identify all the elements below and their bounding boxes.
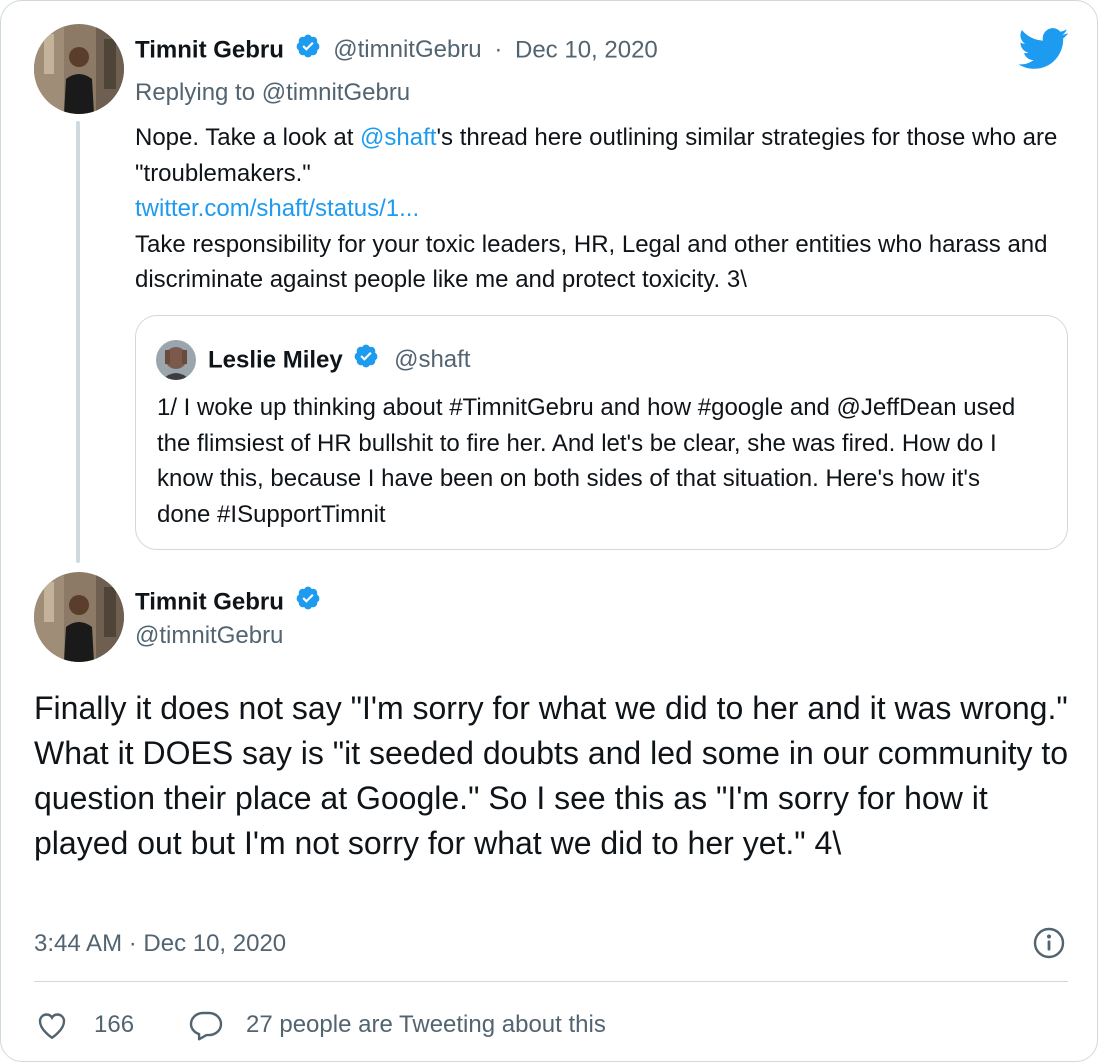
thread-connector-line — [76, 121, 80, 563]
author-handle[interactable]: @timnitGebru — [135, 619, 283, 653]
reply-tweet-text: Nope. Take a look at @shaft's thread her… — [135, 120, 1075, 298]
quoted-author-handle: @shaft — [394, 346, 471, 374]
replying-to-handle[interactable]: @timnitGebru — [262, 79, 410, 106]
reply-text-part3: Take responsibility for your toxic leade… — [135, 230, 1048, 294]
quoted-tweet-text: 1/ I woke up thinking about #TimnitGebru… — [157, 394, 1016, 528]
replying-to-prefix: Replying to — [135, 79, 256, 106]
info-icon[interactable] — [1032, 926, 1066, 960]
verified-badge-icon — [295, 33, 321, 69]
quoted-tweet-header: Leslie Miley @shaft — [208, 343, 470, 377]
quoted-author-name: Leslie Miley — [208, 346, 343, 374]
main-tweet-header: Timnit Gebru — [135, 585, 321, 619]
author-name[interactable]: Timnit Gebru — [135, 36, 284, 63]
verified-badge-icon — [353, 343, 379, 379]
author-handle[interactable]: @timnitGebru — [333, 36, 481, 63]
main-tweet-text: Finally it does not say "I'm sorry for w… — [34, 690, 1069, 861]
tweet-date[interactable]: Dec 10, 2020 — [515, 36, 658, 63]
reply-text-part1: Nope. Take a look at — [135, 124, 361, 151]
tweeting-about-text: 27 people are Tweeting about this — [246, 1011, 606, 1038]
separator: · — [494, 36, 503, 64]
reply-tweet-header: Timnit Gebru @timnitGebru · Dec 10, 2020 — [135, 33, 658, 67]
status-link[interactable]: twitter.com/shaft/status/1... — [135, 195, 419, 222]
tweet-card: Timnit Gebru @timnitGebru · Dec 10, 2020… — [0, 0, 1098, 1062]
tweet-timestamp[interactable]: 3:44 AM · Dec 10, 2020 — [34, 927, 286, 961]
verified-badge-icon — [295, 585, 321, 621]
comment-icon — [188, 1007, 224, 1043]
avatar[interactable] — [34, 572, 124, 662]
like-count: 166 — [94, 1011, 135, 1038]
mention-link[interactable]: @shaft — [360, 124, 436, 151]
quoted-tweet[interactable]: Leslie Miley @shaft 1/ I woke up thinkin… — [135, 315, 1068, 550]
avatar[interactable] — [34, 24, 124, 114]
replying-to: Replying to @timnitGebru — [135, 76, 410, 110]
heart-icon — [34, 1007, 70, 1043]
avatar — [156, 340, 196, 380]
twitter-bird-icon[interactable] — [1018, 28, 1069, 70]
tweeting-about-button[interactable]: 27 people are Tweeting about this — [188, 1005, 606, 1045]
author-name[interactable]: Timnit Gebru — [135, 588, 284, 615]
like-button[interactable]: 166 — [34, 1005, 134, 1045]
divider — [34, 981, 1068, 982]
